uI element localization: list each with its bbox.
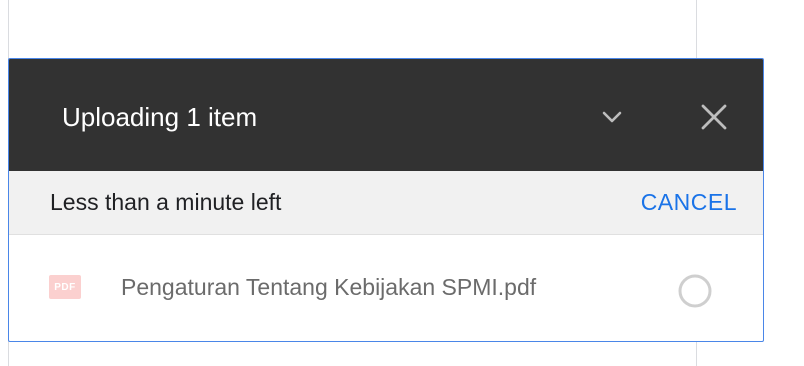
close-icon xyxy=(701,104,727,130)
time-remaining-text: Less than a minute left xyxy=(50,189,282,215)
progress-circle-icon xyxy=(678,274,712,308)
file-name: Pengaturan Tentang Kebijakan SPMI.pdf xyxy=(121,274,537,300)
chevron-down-icon xyxy=(602,111,622,123)
page: Uploading 1 item Less than a minute left… xyxy=(0,0,804,366)
upload-status-bar: Less than a minute left CANCEL xyxy=(9,171,763,235)
cancel-button[interactable]: CANCEL xyxy=(641,187,737,217)
upload-panel-header: Uploading 1 item xyxy=(9,59,763,171)
collapse-button[interactable] xyxy=(594,99,630,135)
upload-panel: Uploading 1 item Less than a minute left… xyxy=(8,58,764,342)
close-button[interactable] xyxy=(696,99,732,135)
upload-panel-title: Uploading 1 item xyxy=(62,102,258,132)
upload-file-row[interactable]: PDF Pengaturan Tentang Kebijakan SPMI.pd… xyxy=(9,235,763,341)
pdf-file-icon: PDF xyxy=(49,275,81,299)
